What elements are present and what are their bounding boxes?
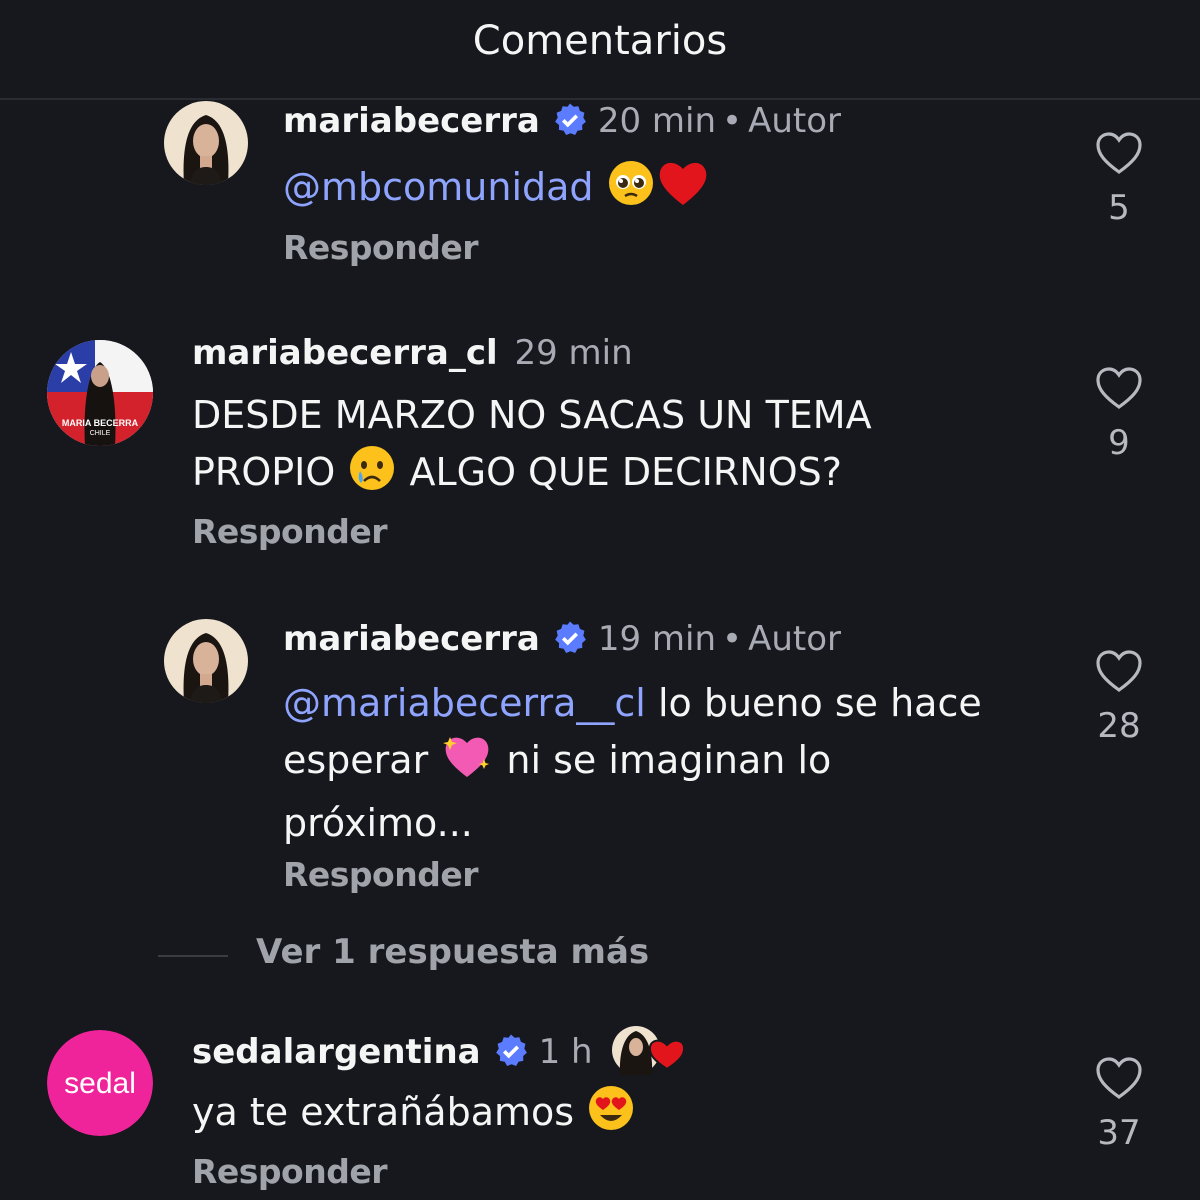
- avatar[interactable]: [164, 619, 248, 703]
- sparkling-heart-emoji-icon: [440, 731, 494, 796]
- creator-liked-heart-icon: [611, 1025, 687, 1085]
- username[interactable]: mariabecerra_cl: [192, 333, 498, 373]
- comment-text-part: ya te extrañábamos: [192, 1090, 575, 1134]
- avatar-subtext: CHILE: [90, 430, 111, 437]
- comments-header: Comentarios: [0, 0, 1200, 100]
- avatar-chile-flag-icon: MARIA BECERRA CHILE: [47, 340, 153, 446]
- like-count: 37: [1097, 1113, 1141, 1153]
- heart-outline-icon: [1096, 650, 1142, 692]
- author-label: Autor: [748, 101, 841, 141]
- comment-meta: sedalargentina 1 h: [192, 1025, 687, 1085]
- comment-text: @mariabecerra__cl lo bueno se hace esper…: [283, 676, 982, 851]
- comment-text-line: DESDE MARZO NO SACAS UN TEMA: [192, 393, 872, 437]
- comment-text-line: esperar ni se imaginan lo: [283, 731, 982, 796]
- avatar-text: MARIA BECERRA: [62, 418, 139, 428]
- comment-time: 29 min: [514, 333, 633, 373]
- comment-text: @mbcomunidad: [283, 158, 710, 223]
- more-replies-divider: [158, 955, 228, 957]
- heart-eyes-emoji-icon: [586, 1083, 636, 1148]
- header-title: Comentarios: [472, 18, 728, 64]
- view-more-replies-button[interactable]: Ver 1 respuesta más: [256, 932, 649, 972]
- comment-meta: mariabecerra 20 min • Autor: [283, 100, 841, 148]
- like-count: 5: [1108, 188, 1130, 228]
- like-button[interactable]: 37: [1079, 1057, 1159, 1153]
- avatar[interactable]: sedal: [47, 1030, 153, 1136]
- reply-button[interactable]: Responder: [192, 512, 388, 551]
- username[interactable]: mariabecerra: [283, 619, 540, 659]
- avatar[interactable]: [164, 101, 248, 185]
- avatar-text: sedal: [64, 1067, 136, 1100]
- avatar-photo-icon: [164, 101, 248, 185]
- comment-text: DESDE MARZO NO SACAS UN TEMA PROPIO ALGO…: [192, 388, 872, 508]
- reply-button[interactable]: Responder: [283, 855, 479, 894]
- verified-badge-icon: [493, 1033, 529, 1079]
- reply-button[interactable]: Responder: [192, 1152, 388, 1191]
- pleading-face-emoji-icon: [606, 158, 656, 223]
- author-label: Autor: [748, 619, 841, 659]
- comment-text-part: ALGO QUE DECIRNOS?: [409, 450, 842, 494]
- comment-text-line: próximo...: [283, 801, 473, 845]
- separator: •: [722, 619, 743, 659]
- comment-text-part: lo bueno se hace: [645, 681, 982, 725]
- comment-time: 19 min: [597, 619, 717, 659]
- crying-face-emoji-icon: [347, 443, 397, 508]
- comment-meta: mariabecerra_cl 29 min: [192, 332, 633, 374]
- comment-text-part: PROPIO: [192, 450, 336, 494]
- like-count: 28: [1097, 706, 1141, 746]
- red-heart-emoji-icon: [656, 158, 710, 223]
- comment-time: 20 min: [597, 101, 717, 141]
- like-button[interactable]: 28: [1079, 650, 1159, 746]
- username[interactable]: mariabecerra: [283, 101, 540, 141]
- comment-text-line: PROPIO ALGO QUE DECIRNOS?: [192, 443, 872, 508]
- mention-link[interactable]: @mbcomunidad: [283, 165, 594, 209]
- mention-link[interactable]: @mariabecerra__cl: [283, 681, 646, 725]
- verified-badge-icon: [552, 102, 588, 148]
- sedal-logo-icon: sedal: [47, 1030, 153, 1136]
- comment-text-line: @mariabecerra__cl lo bueno se hace: [283, 676, 982, 731]
- reply-button[interactable]: Responder: [283, 228, 479, 267]
- like-button[interactable]: 5: [1079, 132, 1159, 228]
- comment-meta: mariabecerra 19 min • Autor: [283, 618, 841, 666]
- username[interactable]: sedalargentina: [192, 1032, 481, 1072]
- like-count: 9: [1108, 423, 1130, 463]
- separator: •: [722, 101, 743, 141]
- verified-badge-icon: [552, 620, 588, 666]
- like-button[interactable]: 9: [1079, 367, 1159, 463]
- comment-time: 1 h: [538, 1032, 593, 1072]
- comment-text-part: ni se imaginan lo: [506, 738, 832, 782]
- avatar-photo-icon: [164, 619, 248, 703]
- comment-text: ya te extrañábamos: [192, 1083, 636, 1148]
- avatar[interactable]: MARIA BECERRA CHILE: [47, 340, 153, 446]
- heart-outline-icon: [1096, 367, 1142, 409]
- comment-text-part: esperar: [283, 738, 429, 782]
- heart-outline-icon: [1096, 1057, 1142, 1099]
- heart-outline-icon: [1096, 132, 1142, 174]
